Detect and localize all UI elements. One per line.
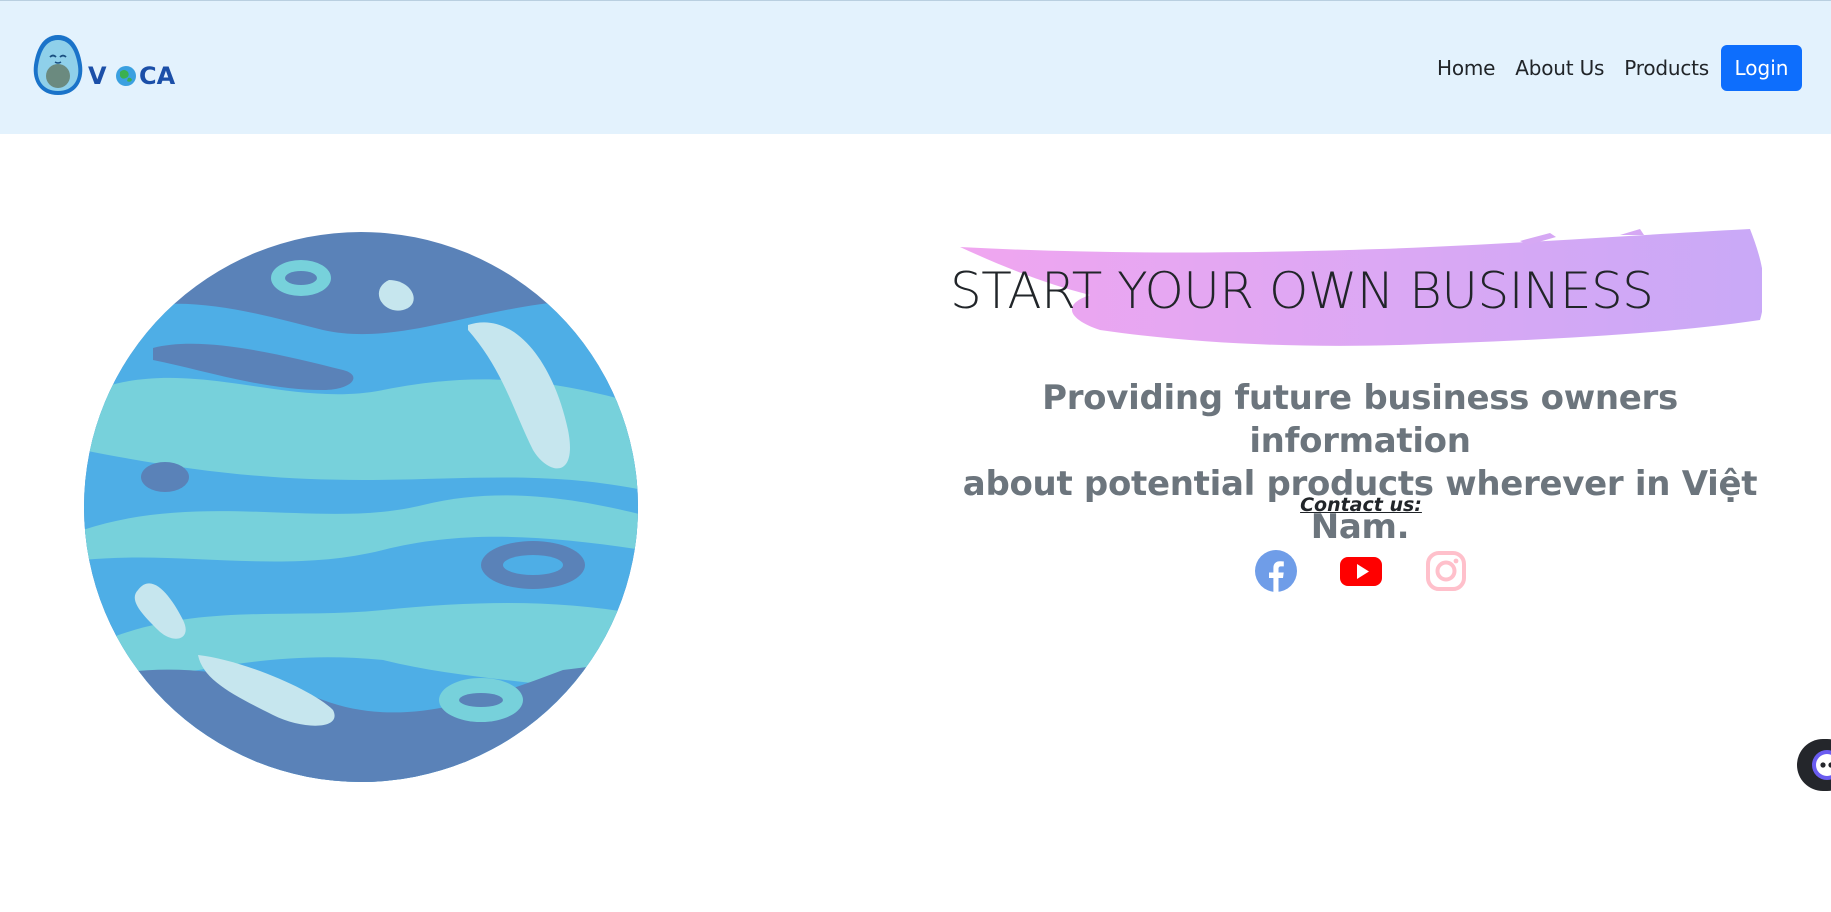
hero-subtext: Providing future business owners informa… <box>960 377 1760 549</box>
chat-widget-button[interactable] <box>1797 739 1831 791</box>
youtube-icon[interactable] <box>1339 549 1383 593</box>
hero-heading: START YOUR OWN BUSINESS <box>950 262 1654 320</box>
nav-link-products[interactable]: Products <box>1624 56 1709 80</box>
navbar: V CA Home About Us Products Login <box>0 0 1831 134</box>
nav-links: Home About Us Products Login <box>1437 45 1802 91</box>
svg-text:V: V <box>88 62 107 90</box>
nav-link-home[interactable]: Home <box>1437 56 1495 80</box>
instagram-icon[interactable] <box>1424 549 1468 593</box>
facebook-icon[interactable] <box>1254 549 1298 593</box>
hero-subtext-line-1: Providing future business owners informa… <box>1042 378 1678 461</box>
login-button[interactable]: Login <box>1721 45 1802 91</box>
avocado-logo-icon[interactable]: V CA <box>32 35 198 101</box>
chat-bot-icon <box>1812 750 1831 780</box>
planet-illustration <box>84 232 638 782</box>
contact-label: Contact us: <box>1300 494 1422 516</box>
nav-link-about-us[interactable]: About Us <box>1515 56 1604 80</box>
svg-text:CA: CA <box>139 62 176 90</box>
